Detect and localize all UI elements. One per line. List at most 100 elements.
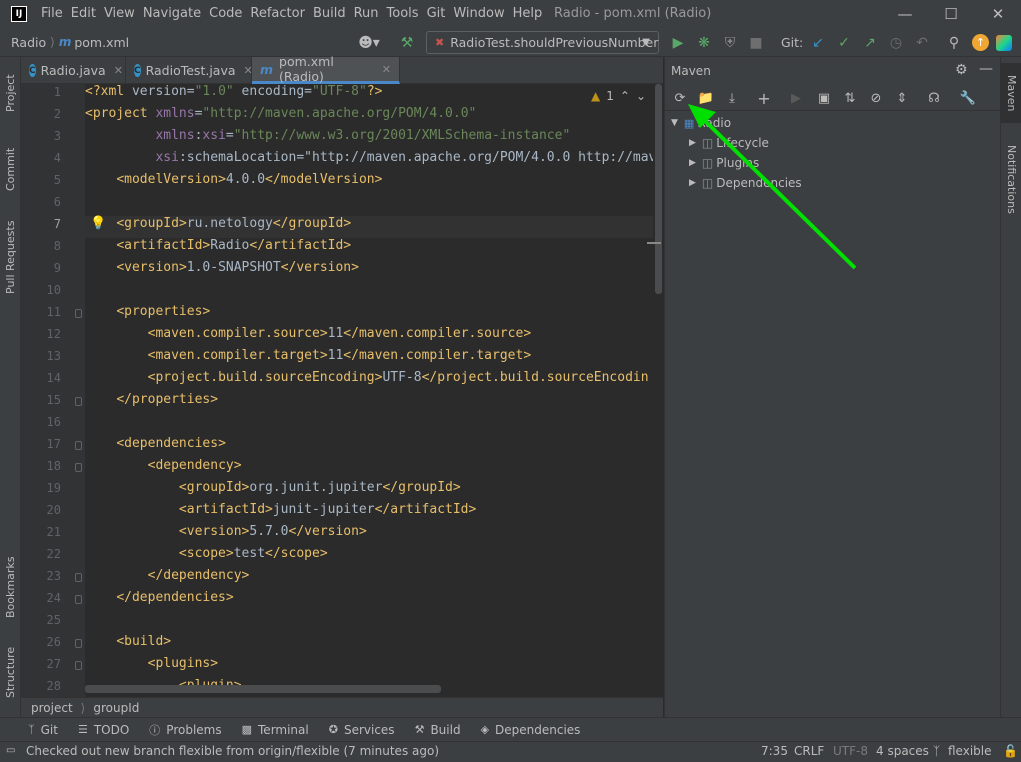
menu-help[interactable]: Help [509, 0, 547, 28]
maximize-button[interactable]: ☐ [928, 0, 974, 28]
intellij-logo-icon[interactable]: IJ [11, 6, 27, 22]
menu-window[interactable]: Window [449, 0, 508, 28]
git-tool-button[interactable]: ᛉ Git [28, 723, 58, 737]
todo-tool-button[interactable]: ☰ TODO [78, 723, 129, 737]
bookmarks-tool-label: Bookmarks [4, 556, 17, 618]
menu-navigate[interactable]: Navigate [139, 0, 205, 28]
chevron-up-icon[interactable]: ⌃ [620, 89, 630, 103]
pull-requests-tool-tab[interactable]: Pull Requests [0, 212, 21, 302]
menu-run[interactable]: Run [350, 0, 383, 28]
code-line: <dependencies> [116, 436, 226, 451]
git-update-icon[interactable]: ↙ [808, 33, 828, 53]
commit-tool-tab[interactable]: Commit [0, 139, 21, 199]
horizontal-scrollbar[interactable] [85, 685, 441, 693]
rollback-icon[interactable]: ↶ [912, 33, 932, 53]
services-tool-button[interactable]: ✪ Services [329, 723, 395, 737]
coverage-icon[interactable]: ⛨ [720, 33, 740, 53]
update-available-icon[interactable]: ↑ [972, 34, 989, 51]
terminal-tool-button[interactable]: ▩ Terminal [242, 723, 309, 737]
notifications-tool-tab[interactable]: Notifications [1001, 139, 1021, 219]
scrollbar-thumb[interactable] [655, 84, 662, 294]
fold-marker-icon[interactable] [75, 595, 82, 604]
code-editor[interactable]: 1 2 3 4 5 6 7 8 9 10 11 12 13 14 15 16 17 18 19 20 21 22 23 24 2… [21, 84, 663, 697]
intention-bulb-icon[interactable]: 💡 [90, 216, 106, 231]
settings-wrench-icon[interactable]: 🔧 [959, 89, 977, 107]
terminal-icon: ▩ [241, 723, 253, 736]
window-title: Radio - pom.xml (Radio) [554, 6, 712, 21]
line-separator[interactable]: CRLF [794, 744, 824, 758]
bookmarks-tool-tab[interactable]: Bookmarks [0, 547, 21, 627]
close-tab-icon[interactable]: ✕ [382, 63, 391, 76]
git-push-icon[interactable]: ↗ [860, 33, 880, 53]
dependencies-tool-button[interactable]: ◈ Dependencies [481, 723, 581, 737]
fold-marker-icon[interactable] [75, 639, 82, 648]
menu-tools[interactable]: Tools [383, 0, 423, 28]
project-tool-tab[interactable]: Project [0, 63, 21, 123]
xml-breadcrumb: project ⟩ groupId [21, 697, 663, 717]
close-button[interactable]: ✕ [975, 0, 1021, 28]
status-event-icon[interactable]: ▭ [6, 745, 15, 756]
tab-radio-java[interactable]: C Radio.java ✕ [21, 57, 126, 84]
build-tool-button[interactable]: ⚒ Build [415, 723, 461, 737]
code-line: <version>5.7.0</version> [178, 524, 367, 539]
debug-icon[interactable]: ❋ [694, 33, 714, 53]
line-number: 25 [46, 613, 61, 627]
lock-icon[interactable]: 🔓 [1003, 744, 1018, 758]
line-number: 3 [53, 129, 61, 143]
close-tab-icon[interactable]: ✕ [114, 64, 123, 77]
run-icon[interactable]: ▶ [668, 33, 688, 53]
warning-icon: ▲ [591, 89, 601, 103]
minimize-button[interactable]: — [882, 0, 928, 28]
nav-crumb-project[interactable]: Radio [11, 35, 46, 50]
git-branch-icon[interactable]: ᛉ [933, 744, 940, 758]
indent-setting[interactable]: 4 spaces [876, 744, 929, 758]
breadcrumb-project[interactable]: project [31, 701, 73, 715]
fold-marker-icon[interactable] [75, 573, 82, 582]
code-line: </dependencies> [116, 590, 234, 605]
code-line: <modelVersion>4.0.0</modelVersion> [116, 172, 383, 187]
tool-label: Problems [166, 722, 222, 737]
menu-code[interactable]: Code [205, 0, 246, 28]
build-icon: ⚒ [414, 723, 425, 736]
caret-position[interactable]: 7:35 [761, 744, 788, 758]
structure-tool-tab[interactable]: Structure [0, 637, 21, 707]
menu-edit[interactable]: Edit [67, 0, 100, 28]
run-configuration-selector[interactable]: ✖ RadioTest.shouldPreviousNumber ▼ [426, 31, 659, 54]
gear-icon[interactable]: ⚙ [955, 62, 968, 78]
menu-file[interactable]: File [37, 0, 67, 28]
search-icon[interactable]: ⚲ [944, 33, 964, 53]
status-message[interactable]: Checked out new branch flexible from ori… [26, 744, 439, 758]
nav-crumb-file[interactable]: pom.xml [74, 35, 129, 50]
git-branch[interactable]: flexible [948, 744, 992, 758]
fold-marker-icon[interactable] [75, 661, 82, 670]
right-tool-strip: Maven Notifications [1000, 57, 1021, 717]
vertical-scrollbar[interactable] [647, 84, 663, 697]
menu-refactor[interactable]: Refactor [246, 0, 309, 28]
inspection-widget[interactable]: ▲ 1 ⌃ ⌄ [591, 89, 646, 103]
stop-icon[interactable]: ■ [746, 33, 766, 53]
fold-marker-icon[interactable] [75, 441, 82, 450]
show-diagram-icon[interactable]: ☊ [925, 89, 943, 107]
fold-marker-icon[interactable] [75, 397, 82, 406]
menu-view[interactable]: View [100, 0, 139, 28]
problems-tool-button[interactable]: ⓘ Problems [149, 722, 221, 738]
collapse-all-icon[interactable]: ⇕ [893, 89, 911, 107]
breadcrumb-groupid[interactable]: groupId [93, 701, 139, 715]
menu-build[interactable]: Build [309, 0, 350, 28]
build-hammer-icon[interactable]: ⚒ [397, 33, 417, 53]
fold-marker-icon[interactable] [75, 463, 82, 472]
file-encoding[interactable]: UTF-8 [833, 744, 868, 758]
git-commit-icon[interactable]: ✓ [834, 33, 854, 53]
toolbox-icon[interactable] [996, 35, 1012, 51]
tab-pom-xml[interactable]: m pom.xml (Radio) ✕ [252, 54, 400, 84]
maven-tool-tab[interactable]: Maven [1001, 63, 1021, 123]
chevron-down-icon[interactable]: ⌄ [636, 89, 646, 103]
editor-gutter: 1 2 3 4 5 6 7 8 9 10 11 12 13 14 15 16 17 18 19 20 21 22 23 24 2… [21, 84, 85, 697]
menu-git[interactable]: Git [423, 0, 450, 28]
hide-icon[interactable]: — [979, 61, 993, 77]
history-icon[interactable]: ◷ [886, 33, 906, 53]
tab-radiotest-java[interactable]: C RadioTest.java ✕ [126, 57, 253, 84]
user-icon[interactable]: ☻▾ [356, 33, 382, 53]
line-number: 17 [46, 437, 61, 451]
fold-marker-icon[interactable] [75, 309, 82, 318]
